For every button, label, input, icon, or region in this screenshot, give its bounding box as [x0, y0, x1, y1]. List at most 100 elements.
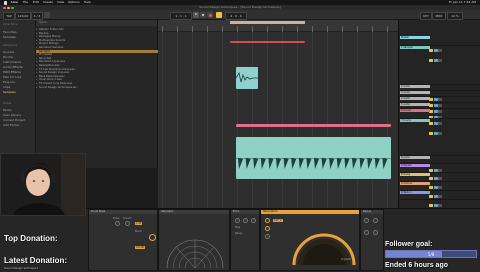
- track-name[interactable]: D Return: [400, 191, 430, 195]
- transport-bar: TAP 120.00 4 / 4 1 . 1 . 1 4 . 0 . 0 KEY…: [0, 10, 480, 20]
- redux-knob-1[interactable]: [364, 218, 369, 223]
- loop-end[interactable]: 4 . 0 . 0: [225, 12, 247, 20]
- device-echo[interactable]: Echo Freq Decay: [230, 209, 260, 271]
- sidebar-item-packs[interactable]: Packs: [3, 108, 11, 112]
- crunch-knob[interactable]: [125, 221, 130, 226]
- value-a[interactable]: 1.00: [135, 222, 143, 225]
- zoom-icon[interactable]: [11, 6, 14, 9]
- loop-button[interactable]: [216, 12, 222, 18]
- follower-goal-label: Follower goal:: [385, 241, 433, 248]
- track-header[interactable]: 1 Sampler: [399, 46, 480, 85]
- solo-button[interactable]: [433, 58, 438, 62]
- sidebar-item-plugins[interactable]: Plug-ins: [3, 80, 15, 84]
- track-name[interactable]: C Chorus: [400, 182, 430, 186]
- track-name[interactable]: 1 Sampler: [400, 46, 430, 50]
- track-name[interactable]: 8 Audio: [400, 156, 430, 160]
- redux-knob-4[interactable]: [373, 230, 378, 235]
- browser-row-label: Project Mixings: [39, 42, 59, 46]
- sidebar-item-instruments[interactable]: Instruments: [3, 60, 21, 64]
- apple-icon[interactable]: [4, 0, 7, 5]
- sidebar-item-samples-collection[interactable]: Samples: [3, 35, 16, 39]
- value-b[interactable]: 0.0 dB: [135, 246, 145, 249]
- tap-button[interactable]: TAP: [3, 12, 15, 20]
- track-activator-button[interactable]: [429, 58, 433, 62]
- value-c[interactable]: 100 %: [273, 219, 283, 222]
- webcam-feed: [0, 153, 86, 216]
- record-button[interactable]: [207, 12, 213, 18]
- automation-line[interactable]: [230, 41, 305, 43]
- sidebar-item-samples[interactable]: Samples: [3, 90, 16, 94]
- device-redux[interactable]: Redux: [360, 209, 384, 271]
- solo-button[interactable]: [433, 131, 438, 135]
- track-header[interactable]: B Delay: [399, 173, 480, 189]
- sidebar-item-add-folder[interactable]: Add Folder...: [3, 123, 22, 127]
- arrangement-position[interactable]: 1 . 1 . 1: [170, 12, 192, 20]
- key-map-button[interactable]: KEY: [420, 12, 432, 20]
- echo-knob-3[interactable]: [251, 218, 256, 223]
- minimize-icon[interactable]: [7, 6, 10, 9]
- midi-map-button[interactable]: MIDI: [432, 12, 446, 20]
- track-header[interactable]: A Reverb: [399, 164, 480, 180]
- track-name[interactable]: 6 Vocals: [400, 109, 430, 113]
- solo-button[interactable]: [433, 203, 438, 207]
- track-name[interactable]: 2 Audio: [400, 85, 430, 89]
- track-name[interactable]: A Reverb: [400, 164, 430, 168]
- reso-knob-1[interactable]: [265, 218, 270, 223]
- boom-knob[interactable]: [149, 234, 156, 241]
- play-button[interactable]: [193, 12, 199, 18]
- reso-knob-2[interactable]: [265, 226, 270, 231]
- track-header[interactable]: C Chorus: [399, 182, 480, 198]
- sidebar-item-current-project[interactable]: Current Project: [3, 118, 26, 122]
- browser-row[interactable]: ▸ Sound Design techniques.als: [36, 86, 158, 89]
- track-name[interactable]: 3 Audio: [400, 91, 430, 95]
- track-name[interactable]: B Delay: [400, 173, 430, 177]
- drum-hit: [314, 158, 319, 169]
- close-icon[interactable]: [3, 6, 6, 9]
- reso-knob-3[interactable]: [265, 234, 270, 239]
- sidebar-item-user-library[interactable]: User Library: [3, 113, 21, 117]
- sidebar-item-favorites[interactable]: Favorites: [3, 30, 17, 34]
- track-activator-button[interactable]: [429, 203, 433, 207]
- track-header[interactable]: 7 Drums: [399, 119, 480, 156]
- arm-button[interactable]: [438, 203, 442, 207]
- sidebar-item-clips[interactable]: Clips: [3, 85, 10, 89]
- drum-hit: [367, 158, 373, 169]
- redux-knob-3[interactable]: [364, 230, 369, 235]
- sidebar-item-audio-effects[interactable]: Audio Effects: [3, 65, 23, 69]
- sidebar-item-sounds[interactable]: Sounds: [3, 50, 14, 54]
- drum-hit: [329, 158, 335, 169]
- sidebar-item-max-for-live[interactable]: Max for Live: [3, 75, 21, 79]
- stop-button[interactable]: [200, 12, 206, 18]
- track-name[interactable]: 7 Drums: [400, 119, 430, 123]
- device-resonators[interactable]: Resonators 100 % Dry/Wet: [260, 209, 360, 271]
- time-signature[interactable]: 4 / 4: [31, 12, 43, 20]
- track-name[interactable]: Master: [400, 36, 430, 40]
- metronome-button[interactable]: [44, 12, 50, 18]
- drum-hit: [336, 158, 342, 169]
- arm-button[interactable]: [438, 131, 442, 135]
- sidebar-item-midi-effects[interactable]: MIDI Effects: [3, 70, 21, 74]
- sidebar-item-drums[interactable]: Drums: [3, 55, 13, 59]
- track-activator-button[interactable]: [429, 131, 433, 135]
- track-header[interactable]: D Return: [399, 191, 480, 207]
- drive-knob[interactable]: [115, 221, 120, 226]
- device-drum-buss[interactable]: Drum Buss Drive Crunch 1.00 Boom 0.0 dB: [88, 209, 158, 271]
- track-header[interactable]: Master: [399, 36, 480, 52]
- echo-knob-2[interactable]: [243, 218, 248, 223]
- loop-brace[interactable]: [230, 21, 305, 24]
- browser-name-column[interactable]: Name: [39, 21, 47, 24]
- echo-knob-1[interactable]: [235, 218, 240, 223]
- track-name[interactable]: 4 Audio: [400, 97, 430, 101]
- device-title: Resonators: [261, 210, 359, 214]
- track-header[interactable]: 8 Audio: [399, 156, 480, 172]
- vocal-clip[interactable]: [236, 124, 391, 127]
- audio-clip-sampler[interactable]: [236, 67, 258, 89]
- grid-line: [342, 32, 343, 208]
- drum-clip[interactable]: [236, 137, 391, 179]
- track-name[interactable]: 5 Audio: [400, 103, 430, 107]
- tempo-field[interactable]: 120.00: [15, 12, 31, 20]
- arm-button[interactable]: [438, 58, 442, 62]
- redux-knob-2[interactable]: [373, 218, 378, 223]
- device-saturator[interactable]: Saturator: [158, 209, 230, 271]
- track-header[interactable]: 6 Vocals: [399, 109, 480, 125]
